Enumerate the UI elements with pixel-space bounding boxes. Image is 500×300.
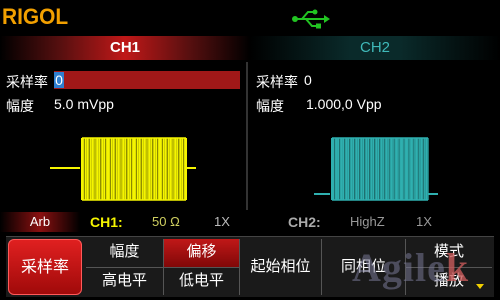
ch2-impedance: HighZ [350, 214, 385, 229]
ch2-sample-rate-value: 0 [304, 72, 312, 88]
watermark-accent: k [445, 245, 470, 290]
usb-icon [292, 9, 330, 29]
ch2-sample-rate-label: 采样率 [256, 74, 298, 90]
brand-logo: RIGOL [2, 4, 69, 29]
ch1-sample-rate-value[interactable]: 0 [54, 72, 64, 88]
softkey-offset[interactable]: 偏移 [164, 239, 239, 267]
ch1-sample-rate-label: 采样率 [6, 74, 48, 90]
softkey-amplitude-high[interactable]: 幅度 高电平 [86, 239, 164, 295]
ch1-waveform [50, 137, 196, 201]
ch2-amplitude-label: 幅度 [256, 98, 284, 114]
ch2-amplitude-value: 1.000,0 Vpp [306, 96, 382, 112]
softkey-high-level[interactable]: 高电平 [86, 267, 163, 296]
ch1-panel: 采样率 0 幅度 5.0 mVpp [0, 62, 248, 210]
softkey-start-phase[interactable]: 起始相位 [240, 239, 322, 295]
ch2-status-label: CH2: [288, 214, 321, 230]
top-bar: RIGOL [0, 0, 500, 36]
mode-badge: Arb [0, 212, 80, 232]
softkey-start-phase-label[interactable]: 起始相位 [240, 239, 321, 295]
softkey-low-level[interactable]: 低电平 [164, 267, 239, 296]
ch2-panel: 采样率 0 幅度 1.000,0 Vpp [248, 62, 500, 210]
watermark-main: Agile [352, 245, 446, 290]
ch1-impedance: 50 Ω [152, 214, 180, 229]
ch1-multiplier: 1X [214, 214, 230, 229]
ch2-multiplier: 1X [416, 214, 432, 229]
ch2-waveform [314, 137, 438, 201]
status-bar: Arb CH1: 50 Ω 1X CH2: HighZ 1X [0, 212, 500, 232]
tab-ch1[interactable]: CH1 [0, 36, 250, 60]
watermark: Agilek [352, 244, 469, 291]
softkey-amplitude[interactable]: 幅度 [86, 239, 163, 267]
softkey-sample-rate[interactable]: 采样率 [8, 239, 82, 295]
chevron-down-icon [476, 284, 484, 289]
ch1-sample-rate-field[interactable]: 0 [54, 71, 240, 89]
ch1-amplitude-label: 幅度 [6, 98, 34, 114]
tab-ch2[interactable]: CH2 [250, 36, 500, 60]
ch1-amplitude-value: 5.0 mVpp [54, 96, 114, 112]
ch1-status-label: CH1: [90, 214, 123, 230]
softkey-offset-low[interactable]: 偏移 低电平 [164, 239, 240, 295]
